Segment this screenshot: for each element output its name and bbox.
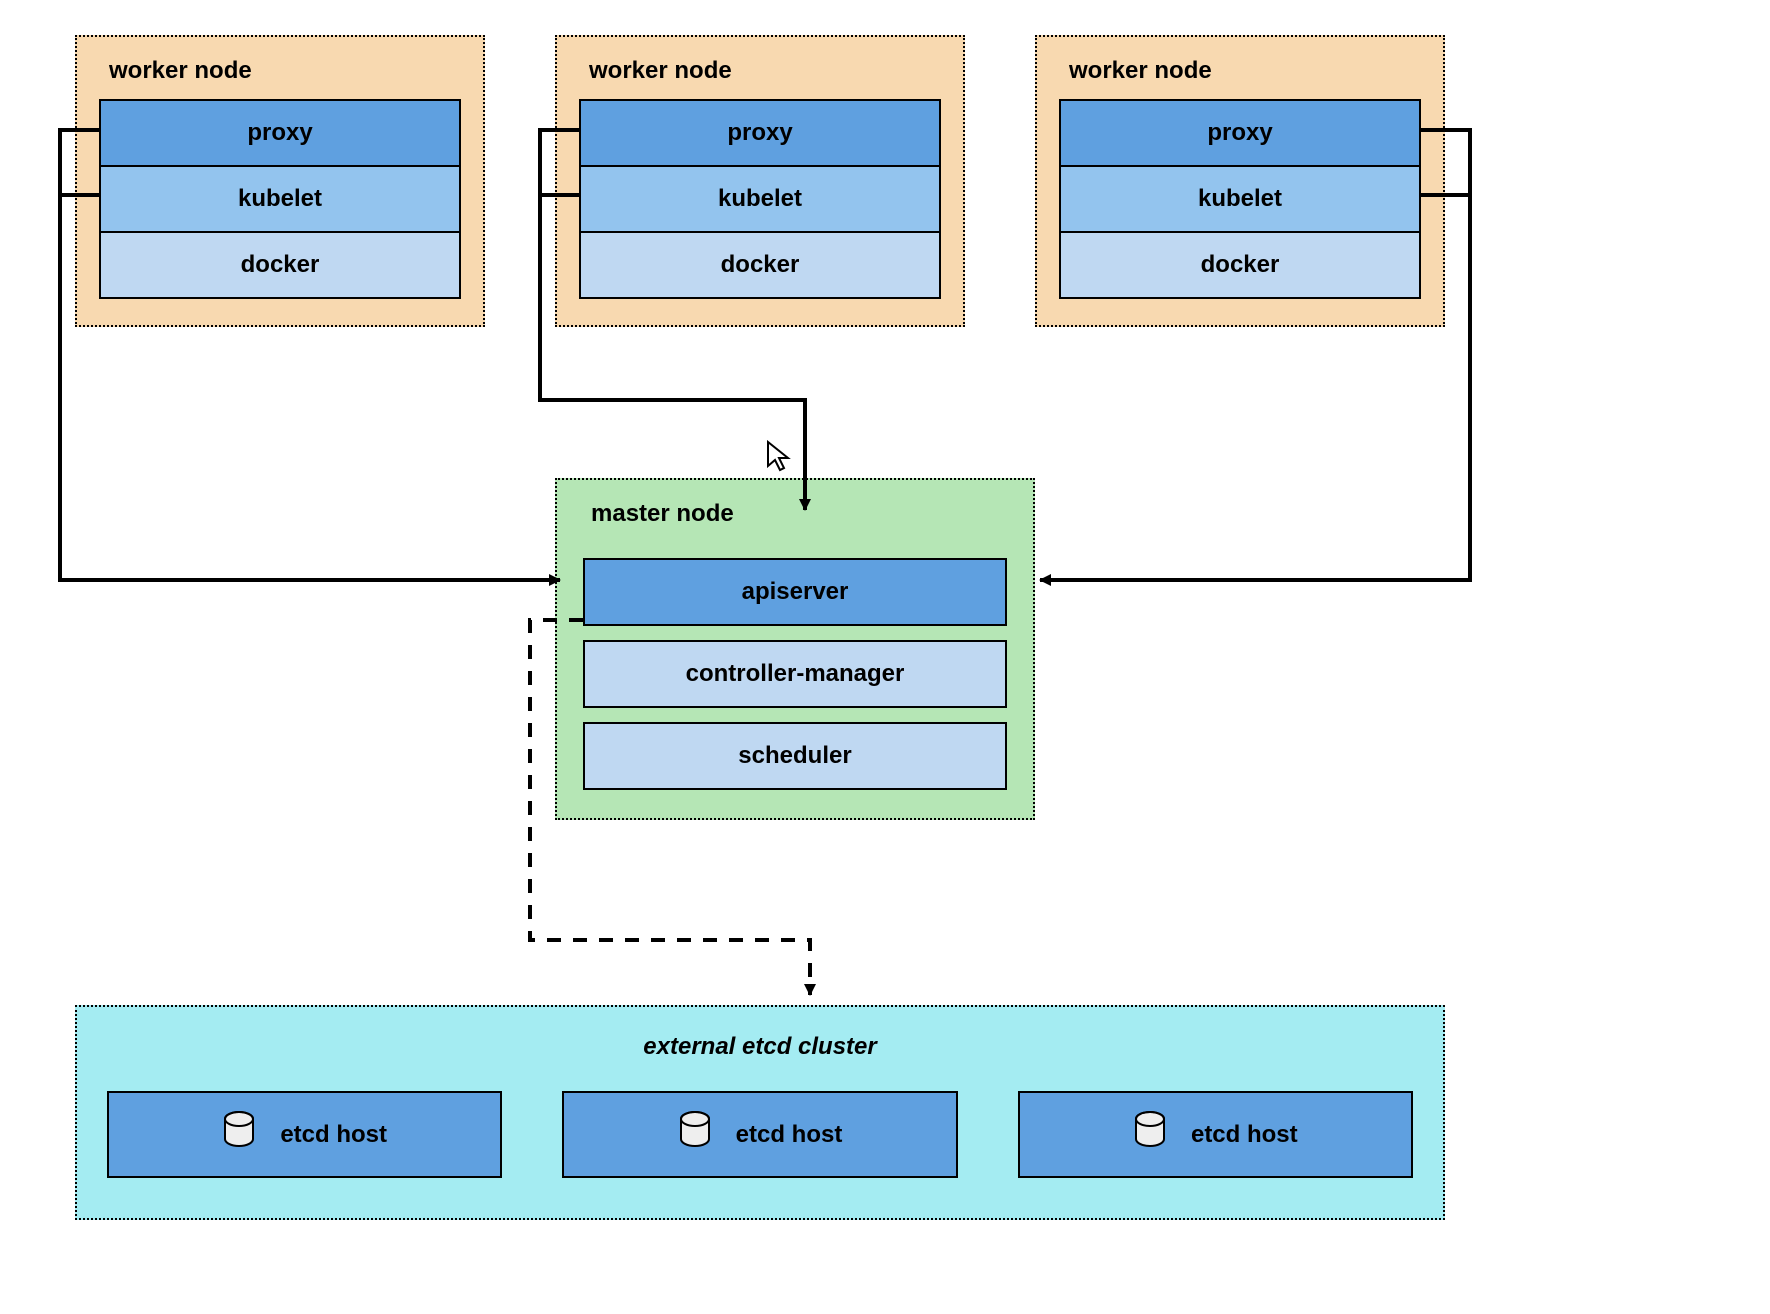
worker-node-1-title: worker node	[99, 51, 461, 99]
etcd-host-1: etcd host	[107, 1091, 502, 1178]
worker-node-2-title: worker node	[579, 51, 941, 99]
etcd-host-2: etcd host	[562, 1091, 957, 1178]
architecture-diagram: worker node proxy kubelet docker worker …	[0, 0, 1770, 1314]
component-docker: docker	[101, 231, 459, 297]
component-docker: docker	[581, 231, 939, 297]
etcd-host-3: etcd host	[1018, 1091, 1413, 1178]
etcd-hosts-row: etcd host etcd host etcd host	[107, 1091, 1413, 1178]
component-controller-manager: controller-manager	[583, 640, 1007, 708]
etcd-host-3-label: etcd host	[1191, 1121, 1298, 1149]
worker-node-1: worker node proxy kubelet docker	[75, 35, 485, 327]
component-proxy: proxy	[581, 101, 939, 165]
component-apiserver: apiserver	[583, 558, 1007, 626]
master-node-title: master node	[583, 494, 1007, 544]
database-icon	[222, 1111, 256, 1158]
etcd-host-1-label: etcd host	[280, 1121, 387, 1149]
component-kubelet: kubelet	[101, 165, 459, 231]
component-proxy: proxy	[1061, 101, 1419, 165]
cursor-icon	[766, 440, 792, 477]
component-docker: docker	[1061, 231, 1419, 297]
master-node: master node apiserver controller-manager…	[555, 478, 1035, 820]
etcd-cluster-title: external etcd cluster	[107, 1025, 1413, 1091]
component-proxy: proxy	[101, 101, 459, 165]
worker-node-3-title: worker node	[1059, 51, 1421, 99]
worker-node-1-stack: proxy kubelet docker	[99, 99, 461, 299]
worker-node-3: worker node proxy kubelet docker	[1035, 35, 1445, 327]
etcd-cluster: external etcd cluster etcd host etcd hos…	[75, 1005, 1445, 1220]
component-kubelet: kubelet	[1061, 165, 1419, 231]
component-kubelet: kubelet	[581, 165, 939, 231]
database-icon	[678, 1111, 712, 1158]
component-scheduler: scheduler	[583, 722, 1007, 790]
etcd-host-2-label: etcd host	[736, 1121, 843, 1149]
worker-node-3-stack: proxy kubelet docker	[1059, 99, 1421, 299]
worker-node-2-stack: proxy kubelet docker	[579, 99, 941, 299]
worker-node-2: worker node proxy kubelet docker	[555, 35, 965, 327]
database-icon	[1133, 1111, 1167, 1158]
